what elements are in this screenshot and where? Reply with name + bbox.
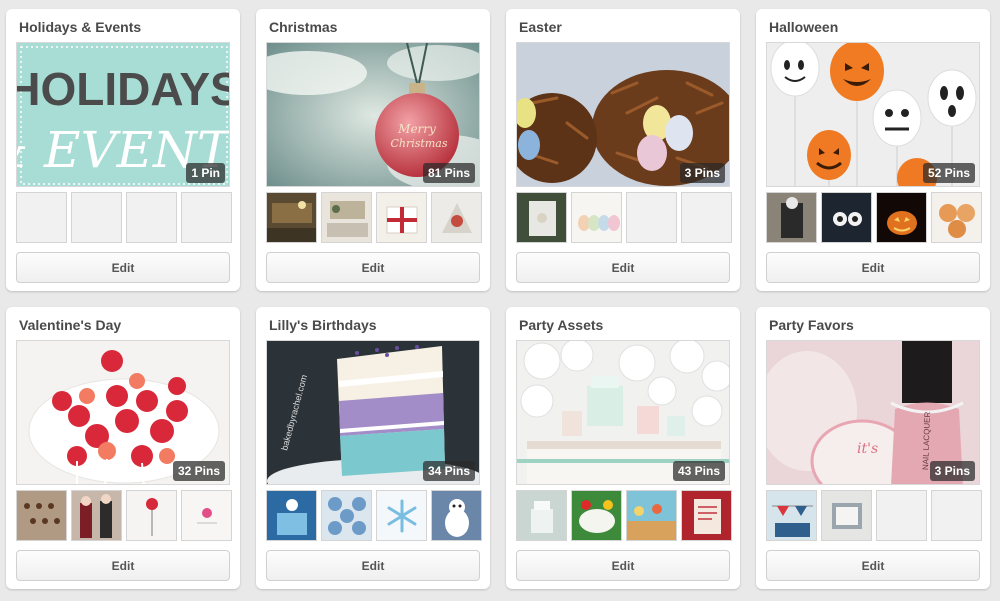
thumbnail-image[interactable] bbox=[626, 490, 677, 541]
thumbnail-image[interactable] bbox=[571, 490, 622, 541]
thumbnail-strip bbox=[16, 192, 232, 243]
board-card-party-assets[interactable]: Party Assets 43 Pins Edit bbox=[506, 307, 740, 589]
thumbnail-image[interactable] bbox=[766, 490, 817, 541]
pin-count-badge: 34 Pins bbox=[422, 461, 475, 481]
thumbnail-strip bbox=[266, 192, 482, 243]
thumbnail-image[interactable] bbox=[376, 192, 427, 243]
thumbnail-strip bbox=[16, 490, 232, 541]
thumbnail-strip bbox=[766, 192, 982, 243]
board-title[interactable]: Party Assets bbox=[519, 317, 732, 333]
pin-count-badge: 81 Pins bbox=[422, 163, 475, 183]
board-cover[interactable]: 32 Pins bbox=[16, 340, 230, 485]
thumbnail-image[interactable] bbox=[321, 192, 372, 243]
thumbnail-image[interactable] bbox=[571, 192, 622, 243]
thumbnail-image[interactable] bbox=[126, 490, 177, 541]
thumbnail-image[interactable] bbox=[431, 490, 482, 541]
pin-count-badge: 43 Pins bbox=[672, 461, 725, 481]
board-cover[interactable]: NAIL LACQUER it's 3 Pins bbox=[766, 340, 980, 485]
thumbnail-image[interactable] bbox=[821, 192, 872, 243]
ornament-text-line-2: Christmas bbox=[391, 137, 448, 150]
edit-button[interactable]: Edit bbox=[266, 252, 480, 283]
board-cover[interactable]: 43 Pins bbox=[516, 340, 730, 485]
edit-button[interactable]: Edit bbox=[766, 550, 980, 581]
thumbnail-image[interactable] bbox=[71, 490, 122, 541]
board-title[interactable]: Party Favors bbox=[769, 317, 982, 333]
thumbnail-empty bbox=[626, 192, 677, 243]
pin-count-badge: 32 Pins bbox=[172, 461, 225, 481]
board-card-party-favors[interactable]: Party Favors NAIL LACQUER it's 3 Pins Ed… bbox=[756, 307, 990, 589]
edit-button[interactable]: Edit bbox=[16, 252, 230, 283]
thumbnail-image[interactable] bbox=[931, 192, 982, 243]
board-cover[interactable]: bakedbyrachel.com 34 Pins bbox=[266, 340, 480, 485]
thumbnail-empty bbox=[931, 490, 982, 541]
thumbnail-image[interactable] bbox=[266, 490, 317, 541]
pin-count-badge: 3 Pins bbox=[679, 163, 725, 183]
ornament-text-line-1: Merry bbox=[397, 122, 436, 136]
board-title[interactable]: Easter bbox=[519, 19, 732, 35]
board-cover[interactable]: 3 Pins bbox=[516, 42, 730, 187]
thumbnail-strip bbox=[516, 490, 732, 541]
board-title[interactable]: Lilly's Birthdays bbox=[269, 317, 482, 333]
thumbnail-image[interactable] bbox=[821, 490, 872, 541]
thumbnail-image[interactable] bbox=[321, 490, 372, 541]
board-cover[interactable]: 52 Pins bbox=[766, 42, 980, 187]
board-cover[interactable]: Merry Christmas 81 Pins bbox=[266, 42, 480, 187]
board-title[interactable]: Halloween bbox=[769, 19, 982, 35]
thumbnail-image[interactable] bbox=[681, 490, 732, 541]
board-title[interactable]: Valentine's Day bbox=[19, 317, 232, 333]
board-card-easter[interactable]: Easter 3 Pins Edit bbox=[506, 9, 740, 291]
thumbnail-strip bbox=[766, 490, 982, 541]
thumbnail-image[interactable] bbox=[181, 490, 232, 541]
thumbnail-image[interactable] bbox=[516, 192, 567, 243]
thumbnail-empty bbox=[181, 192, 232, 243]
pin-count-badge: 3 Pins bbox=[929, 461, 975, 481]
board-grid: Holidays & Events HOLIDAYS & EVENTS 1 Pi… bbox=[0, 0, 1000, 601]
thumbnail-empty bbox=[876, 490, 927, 541]
edit-button[interactable]: Edit bbox=[766, 252, 980, 283]
board-card-valentines-day[interactable]: Valentine's Day 32 Pins Edit bbox=[6, 307, 240, 589]
thumbnail-image[interactable] bbox=[766, 192, 817, 243]
tag-text: it's bbox=[857, 441, 878, 457]
thumbnail-strip bbox=[266, 490, 482, 541]
board-card-holidays-events[interactable]: Holidays & Events HOLIDAYS & EVENTS 1 Pi… bbox=[6, 9, 240, 291]
board-title[interactable]: Holidays & Events bbox=[19, 19, 232, 35]
board-card-halloween[interactable]: Halloween 52 Pins Edit bbox=[756, 9, 990, 291]
thumbnail-image[interactable] bbox=[516, 490, 567, 541]
pin-count-badge: 1 Pin bbox=[186, 163, 225, 183]
edit-button[interactable]: Edit bbox=[16, 550, 230, 581]
edit-button[interactable]: Edit bbox=[516, 252, 730, 283]
cover-text-line-1: HOLIDAYS bbox=[17, 63, 230, 115]
thumbnail-empty bbox=[681, 192, 732, 243]
thumbnail-empty bbox=[71, 192, 122, 243]
thumbnail-empty bbox=[126, 192, 177, 243]
thumbnail-image[interactable] bbox=[876, 192, 927, 243]
edit-button[interactable]: Edit bbox=[516, 550, 730, 581]
board-title[interactable]: Christmas bbox=[269, 19, 482, 35]
edit-button[interactable]: Edit bbox=[266, 550, 480, 581]
thumbnail-image[interactable] bbox=[376, 490, 427, 541]
thumbnail-strip bbox=[516, 192, 732, 243]
pin-count-badge: 52 Pins bbox=[922, 163, 975, 183]
thumbnail-image[interactable] bbox=[16, 490, 67, 541]
thumbnail-empty bbox=[16, 192, 67, 243]
board-card-christmas[interactable]: Christmas Merry Christmas 81 Pins Edit bbox=[256, 9, 490, 291]
board-card-lillys-birthdays[interactable]: Lilly's Birthdays bakedbyrachel.com 34 P… bbox=[256, 307, 490, 589]
thumbnail-image[interactable] bbox=[266, 192, 317, 243]
thumbnail-image[interactable] bbox=[431, 192, 482, 243]
board-cover[interactable]: HOLIDAYS & EVENTS 1 Pin bbox=[16, 42, 230, 187]
